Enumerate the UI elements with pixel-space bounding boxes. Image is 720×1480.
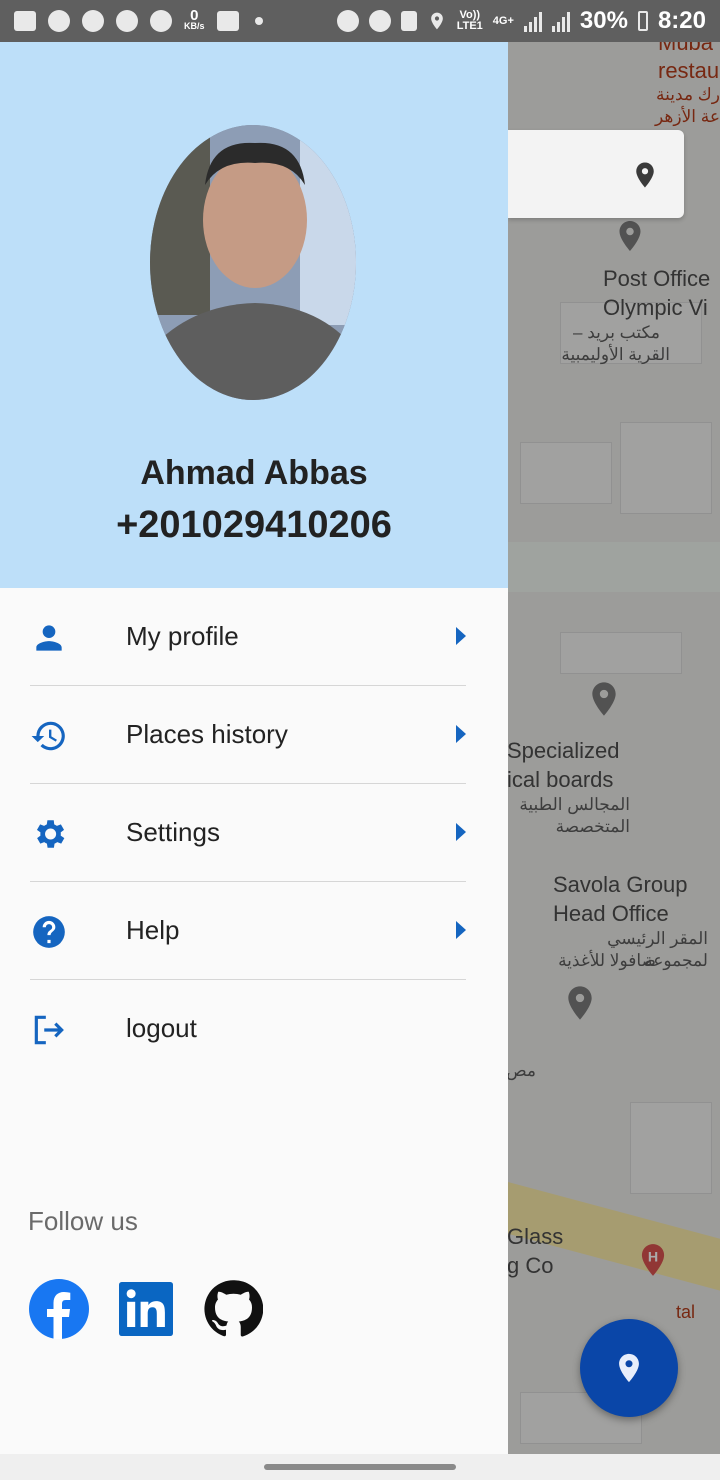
follow-us-label: Follow us [28,1206,138,1236]
my-location-fab[interactable] [580,1319,678,1417]
navigation-drawer: Ahmad Abbas +201029410206 My profile Pla… [0,42,508,1454]
menu-item-my-profile[interactable]: My profile [30,588,466,686]
network-speed-unit: KB/s [184,21,205,31]
linkedin-icon[interactable] [119,1282,173,1336]
battery-percent: 30% [579,7,628,34]
battery-saver-icon [400,11,417,31]
chevron-right-icon [456,725,466,743]
logout-icon [34,1015,64,1045]
more-notifications-icon [254,17,263,25]
location-pin-icon [619,1353,639,1383]
clock: 8:20 [657,7,706,34]
drawer-menu: My profile Places history Settings Help … [0,588,508,1077]
location-pin-icon [636,162,654,188]
menu-item-logout[interactable]: logout [30,980,466,1077]
system-status: Vo)) LTE1 4G+ 30% 8:20 [336,7,706,35]
menu-item-help[interactable]: Help [30,882,466,980]
lte-label: LTE1 [456,20,483,32]
gear-icon [36,820,65,848]
network-speed-value: 0 [190,7,199,24]
social-links [29,1279,293,1339]
map-search-card[interactable] [508,130,684,218]
history-icon [31,721,65,751]
notification-icons: 0 KB/s [14,7,263,32]
battery-icon [637,11,648,31]
avatar[interactable] [150,125,356,400]
signal-2-icon [551,10,570,32]
chevron-right-icon [456,823,466,841]
gallery-icon [216,11,239,31]
github-icon[interactable] [203,1279,263,1339]
user-phone: +201029410206 [116,504,392,546]
signal-icon [523,10,542,32]
chevron-right-icon [456,627,466,645]
status-bar: 0 KB/s Vo)) LTE1 4G+ 30% 8:20 [0,0,720,42]
person-icon [36,625,62,651]
app-icon [48,10,70,32]
menu-item-places-history[interactable]: Places history [30,686,466,784]
network-speed: 0 KB/s [184,7,205,32]
alarm-icon [336,10,359,32]
avatar-photo [150,125,356,400]
drawer-header: Ahmad Abbas +201029410206 [0,42,508,588]
help-icon [33,916,65,948]
location-icon [430,12,443,30]
menu-item-label: My profile [126,621,239,651]
menu-item-label: logout [126,1013,197,1043]
sync-icon [150,10,172,32]
chat-icon [82,10,104,32]
home-gesture-handle[interactable] [264,1464,456,1470]
vibrate-icon [368,10,391,32]
facebook-icon[interactable] [29,1279,89,1339]
message-icon [14,11,36,31]
menu-item-settings[interactable]: Settings [30,784,466,882]
weather-icon [116,10,138,32]
chevron-right-icon [456,921,466,939]
menu-item-label: Help [126,915,180,945]
menu-item-label: Places history [126,719,288,749]
volte-indicator: Vo)) LTE1 [457,10,483,32]
user-name: Ahmad Abbas [140,454,368,492]
network-type: 4G+ [492,14,514,27]
menu-item-label: Settings [126,817,220,847]
